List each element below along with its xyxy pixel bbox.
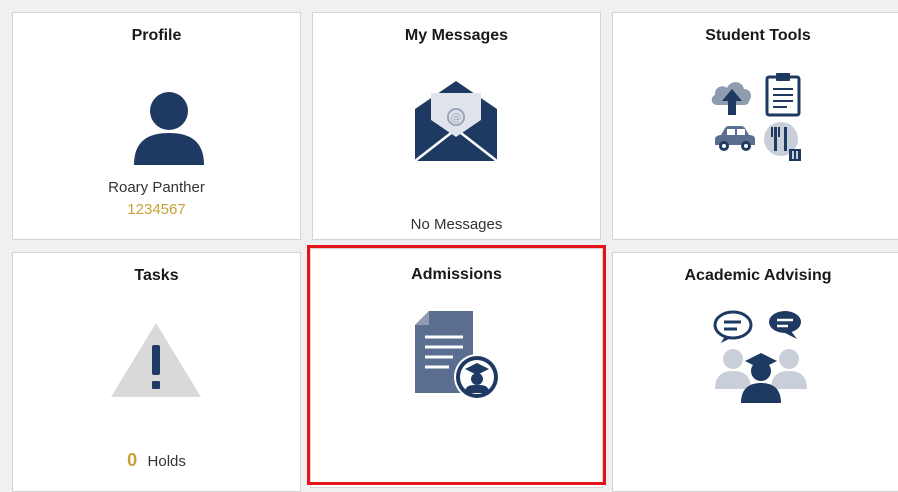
holds-label: Holds [147, 453, 186, 470]
admissions-title: Admissions [411, 266, 502, 283]
car-icon [715, 126, 755, 151]
student-id: 1234567 [127, 201, 186, 218]
svg-text:@: @ [451, 111, 462, 124]
admissions-document-icon [415, 311, 500, 400]
warning-icon [111, 323, 201, 397]
cloud-upload-icon [711, 82, 752, 115]
profile-name: Roary Panther [108, 179, 205, 196]
admissions-tile[interactable]: Admissions [310, 248, 603, 488]
clipboard-icon [765, 73, 801, 117]
profile-title: Profile [131, 27, 182, 44]
holds-count: 0 [127, 450, 138, 470]
profile-tile[interactable]: Profile Roary Panther 1234567 [12, 12, 301, 240]
messages-status: No Messages [410, 216, 503, 233]
dining-icon [764, 122, 801, 161]
tasks-title: Tasks [134, 267, 179, 284]
academic-advising-tile[interactable]: Academic Advising [612, 252, 898, 492]
academic-advising-title: Academic Advising [684, 267, 832, 284]
envelope-icon: @ [415, 81, 497, 162]
holds-summary[interactable]: 0 Holds [12, 450, 301, 471]
student-tools-tile[interactable]: Student Tools [612, 12, 898, 240]
messages-title: My Messages [404, 27, 509, 44]
user-avatar-icon [134, 92, 204, 165]
student-tools-title: Student Tools [705, 27, 811, 44]
advising-chat-icon [713, 310, 807, 403]
messages-tile[interactable]: My Messages @ No Messages [312, 12, 601, 240]
